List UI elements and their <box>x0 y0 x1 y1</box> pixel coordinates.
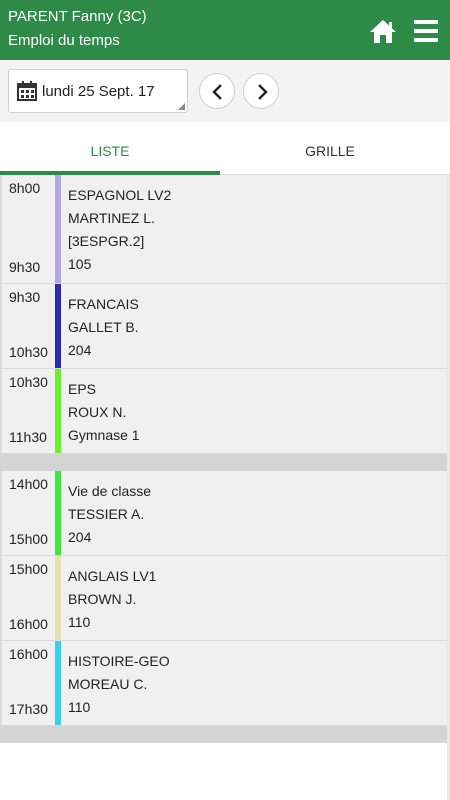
end-time: 11h30 <box>9 429 47 445</box>
next-day-button[interactable] <box>243 73 279 109</box>
course-detail-line: Gymnase 1 <box>68 427 140 443</box>
course-detail-line: ANGLAIS LV1 <box>68 568 157 584</box>
course-row[interactable]: 10h30 11h30 EPS ROUX N. Gymnase 1 <box>0 369 450 454</box>
course-detail-line: FRANCAIS <box>68 296 139 312</box>
course-row[interactable]: 9h30 10h30 FRANCAIS GALLET B. 204 <box>0 284 450 369</box>
course-row[interactable]: 15h00 16h00 ANGLAIS LV1 BROWN J. 110 <box>0 556 450 641</box>
chevron-left-icon <box>212 84 222 100</box>
course-details: HISTOIRE-GEO MOREAU C. 110 <box>68 650 170 719</box>
course-color-bar <box>55 641 61 725</box>
course-detail-line: 204 <box>68 342 92 358</box>
start-time: 14h00 <box>9 476 48 492</box>
course-detail-line: MOREAU C. <box>68 676 148 692</box>
course-detail-line: TESSIER A. <box>68 506 145 522</box>
end-time: 10h30 <box>9 344 48 360</box>
course-detail-line: ESPAGNOL LV2 <box>68 187 172 203</box>
course-details: EPS ROUX N. Gymnase 1 <box>68 378 140 447</box>
course-color-bar <box>55 556 61 640</box>
course-details: FRANCAIS GALLET B. 204 <box>68 293 139 362</box>
tab-grille[interactable]: GRILLE <box>220 122 440 175</box>
course-row[interactable]: 16h00 17h30 HISTOIRE-GEO MOREAU C. 110 <box>0 641 450 726</box>
date-value: lundi 25 Sept. 17 <box>42 83 155 100</box>
page-title: Emploi du temps <box>8 32 120 49</box>
start-time: 8h00 <box>9 180 41 196</box>
end-time: 15h00 <box>9 531 48 547</box>
course-row[interactable]: 14h00 15h00 Vie de classe TESSIER A. 204 <box>0 471 450 556</box>
course-color-bar <box>55 284 61 368</box>
calendar-icon <box>17 81 37 101</box>
course-detail-line: 105 <box>68 256 92 272</box>
date-picker[interactable]: lundi 25 Sept. 17 <box>8 69 188 113</box>
course-detail-line: [3ESPGR.2] <box>68 233 145 249</box>
start-time: 10h30 <box>9 374 48 390</box>
student-name: PARENT Fanny (3C) <box>8 8 147 25</box>
course-details: Vie de classe TESSIER A. 204 <box>68 480 151 549</box>
home-icon[interactable] <box>369 18 397 44</box>
start-time: 15h00 <box>9 561 48 577</box>
view-tabs: LISTE GRILLE <box>0 122 450 175</box>
date-toolbar: lundi 25 Sept. 17 <box>0 60 450 122</box>
course-details: ESPAGNOL LV2 MARTINEZ L. [3ESPGR.2] 105 <box>68 184 171 276</box>
menu-icon[interactable] <box>414 20 438 42</box>
tab-liste[interactable]: LISTE <box>0 122 220 175</box>
start-time: 16h00 <box>9 646 48 662</box>
previous-day-button[interactable] <box>199 73 235 109</box>
course-detail-line: Vie de classe <box>68 483 152 499</box>
course-detail-line: BROWN J. <box>68 591 137 607</box>
course-detail-line: 110 <box>68 699 91 715</box>
course-detail-line: MARTINEZ L. <box>68 210 155 226</box>
course-detail-line: GALLET B. <box>68 319 139 335</box>
start-time: 9h30 <box>9 289 41 305</box>
chevron-right-icon <box>258 84 268 100</box>
course-detail-line: 204 <box>68 529 92 545</box>
course-color-bar <box>55 471 61 555</box>
course-detail-line: ROUX N. <box>68 404 127 420</box>
end-time: 16h00 <box>9 616 48 632</box>
lunch-break-separator <box>0 454 450 471</box>
course-detail-line: EPS <box>68 381 97 397</box>
resize-corner-icon <box>178 103 185 110</box>
course-color-bar <box>55 175 61 283</box>
schedule-list: 8h00 9h30 ESPAGNOL LV2 MARTINEZ L. [3ESPGR.2… <box>0 175 450 743</box>
course-details: ANGLAIS LV1 BROWN J. 110 <box>68 565 156 634</box>
end-time: 17h30 <box>9 701 48 717</box>
end-of-day-separator <box>0 726 450 743</box>
course-detail-line: HISTOIRE-GEO <box>68 653 170 669</box>
course-detail-line: 110 <box>68 614 91 630</box>
course-color-bar <box>55 369 61 453</box>
app-header: PARENT Fanny (3C) Emploi du temps <box>0 0 450 60</box>
course-row[interactable]: 8h00 9h30 ESPAGNOL LV2 MARTINEZ L. [3ESPGR.2… <box>0 175 450 284</box>
end-time: 9h30 <box>9 259 41 275</box>
